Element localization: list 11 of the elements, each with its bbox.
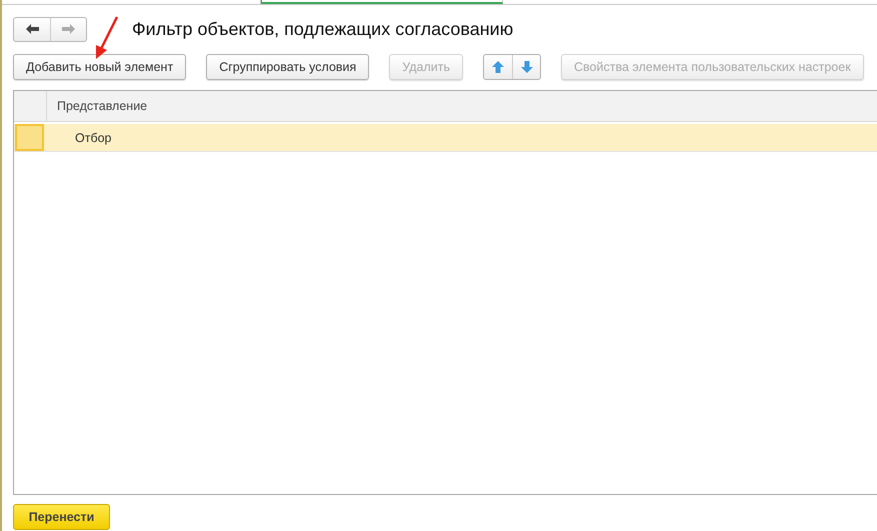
table-cell-text: Отбор <box>74 130 112 147</box>
transfer-button[interactable]: Перенести <box>13 504 110 530</box>
up-arrow-icon <box>492 61 504 73</box>
toolbar-button[interactable]: Добавить новый элемент <box>13 54 186 80</box>
table-row[interactable]: Отбор <box>14 124 877 152</box>
forward-arrow-icon <box>62 24 75 34</box>
down-arrow-icon <box>520 61 533 73</box>
toolbar-button[interactable]: Сгруппировать условия <box>206 54 370 80</box>
back-arrow-icon <box>26 24 38 34</box>
column-header: Представление <box>56 98 148 115</box>
form-title: Фильтр объектов, подлежащих согласованию <box>132 18 514 40</box>
